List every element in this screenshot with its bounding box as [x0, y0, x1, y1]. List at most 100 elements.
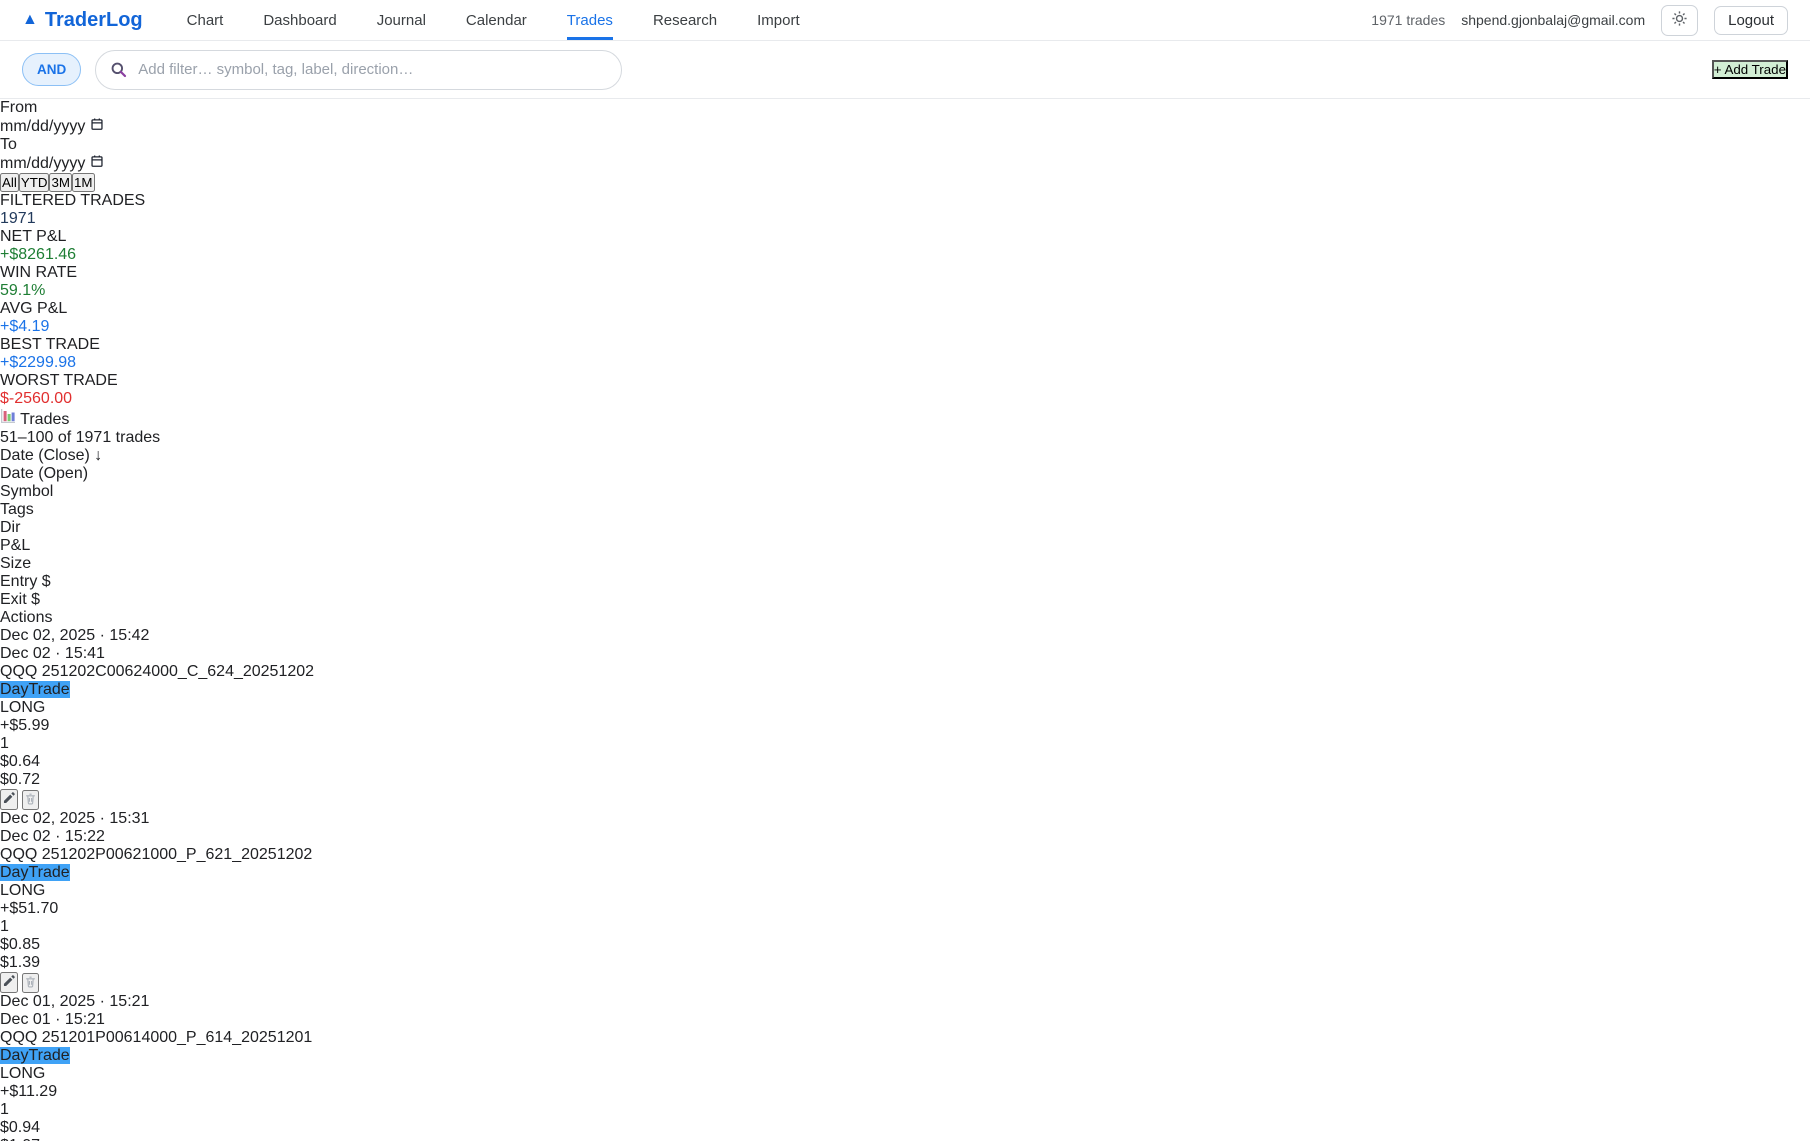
cell-tags: DayTrade: [0, 1047, 1810, 1065]
stat-card: BEST TRADE+$2299.98: [0, 336, 1810, 372]
nav-item-trades[interactable]: Trades: [567, 0, 613, 40]
cell-dir: LONG: [0, 882, 1810, 900]
app-logo[interactable]: ▲ TraderLog: [22, 0, 143, 40]
from-label: From: [0, 99, 37, 116]
cell-pnl: +$11.29: [0, 1083, 1810, 1101]
cell-date-close: Dec 02, 2025 · 15:31: [0, 810, 1810, 828]
direction-badge: LONG: [0, 882, 45, 899]
filter-search-wrap: [95, 50, 622, 90]
nav-item-dashboard[interactable]: Dashboard: [263, 0, 336, 40]
range-button-3m[interactable]: 3M: [49, 173, 72, 192]
stat-value: $-2560.00: [0, 390, 1810, 408]
cell-date-open: Dec 02 · 15:41: [0, 645, 1810, 663]
stat-value: +$2299.98: [0, 354, 1810, 372]
filter-search-input[interactable]: [95, 50, 622, 90]
cell-entry: $0.94: [0, 1119, 1810, 1137]
cell-dir: LONG: [0, 699, 1810, 717]
table-row[interactable]: Dec 01, 2025 · 15:21 Dec 01 · 15:21 QQQ …: [0, 993, 1810, 1141]
column-header[interactable]: P&L: [0, 537, 1810, 555]
cell-entry: $0.85: [0, 936, 1810, 954]
pencil-icon: [2, 793, 16, 808]
stat-card: NET P&L+$8261.46: [0, 228, 1810, 264]
stat-value: +$8261.46: [0, 246, 1810, 264]
search-icon: [109, 60, 128, 84]
cell-size: 1: [0, 918, 1810, 936]
cell-pnl: +$51.70: [0, 900, 1810, 918]
trades-panel-header: Trades 51–100 of 1971 trades: [0, 408, 1810, 447]
edit-trade-button[interactable]: [0, 972, 18, 993]
stat-value: 1971: [0, 210, 1810, 228]
stat-card: WORST TRADE$-2560.00: [0, 372, 1810, 408]
nav-item-chart[interactable]: Chart: [187, 0, 224, 40]
filter-logic-and-button[interactable]: AND: [22, 53, 81, 86]
cell-entry: $0.64: [0, 753, 1810, 771]
tag-badge[interactable]: DayTrade: [0, 864, 70, 881]
stat-value: +$4.19: [0, 318, 1810, 336]
column-header[interactable]: Tags: [0, 501, 1810, 519]
range-button-ytd[interactable]: YTD: [19, 173, 50, 192]
column-header[interactable]: Entry $: [0, 573, 1810, 591]
stat-card: WIN RATE59.1%: [0, 264, 1810, 300]
from-date-input[interactable]: mm/dd/yyyy: [0, 117, 1810, 136]
column-header[interactable]: Dir: [0, 519, 1810, 537]
to-date-input[interactable]: mm/dd/yyyy: [0, 154, 1810, 173]
stat-label: NET P&L: [0, 228, 1810, 246]
sun-icon: [1671, 10, 1688, 31]
column-header[interactable]: Date (Open): [0, 465, 1810, 483]
edit-trade-button[interactable]: [0, 789, 18, 810]
tag-badge[interactable]: DayTrade: [0, 681, 70, 698]
table-row[interactable]: Dec 02, 2025 · 15:31 Dec 02 · 15:22 QQQ …: [0, 810, 1810, 993]
delete-trade-button[interactable]: [22, 973, 39, 993]
cell-symbol: QQQ 251201P00614000_P_614_20251201: [0, 1029, 1810, 1047]
range-preset-group: AllYTD3M1M: [0, 173, 1810, 192]
stat-label: FILTERED TRADES: [0, 192, 1810, 210]
cell-exit: $1.39: [0, 954, 1810, 972]
stats-row: FILTERED TRADES1971NET P&L+$8261.46WIN R…: [0, 192, 1810, 408]
cell-actions: [0, 789, 1810, 810]
app-name: TraderLog: [45, 9, 143, 32]
cell-date-open: Dec 01 · 15:21: [0, 1011, 1810, 1029]
nav-item-journal[interactable]: Journal: [377, 0, 426, 40]
to-date-value: mm/dd/yyyy: [0, 155, 85, 172]
bar-chart-icon: [0, 411, 20, 428]
nav-item-calendar[interactable]: Calendar: [466, 0, 527, 40]
range-button-1m[interactable]: 1M: [72, 173, 95, 192]
table-row[interactable]: Dec 02, 2025 · 15:42 Dec 02 · 15:41 QQQ …: [0, 627, 1810, 810]
top-navbar: ▲ TraderLog Chart Dashboard Journal Calenda…: [0, 0, 1810, 41]
logout-button[interactable]: Logout: [1714, 6, 1788, 35]
cell-actions: [0, 972, 1810, 993]
cell-pnl: +$5.99: [0, 717, 1810, 735]
delete-trade-button[interactable]: [22, 790, 39, 810]
trash-icon: [24, 793, 37, 808]
direction-badge: LONG: [0, 699, 45, 716]
theme-toggle-button[interactable]: [1661, 5, 1698, 36]
column-header[interactable]: Actions: [0, 609, 1810, 627]
logo-triangle-icon: ▲: [22, 11, 38, 29]
stat-card: FILTERED TRADES1971: [0, 192, 1810, 228]
add-trade-button[interactable]: + Add Trade: [1712, 60, 1788, 79]
range-button-all[interactable]: All: [0, 173, 19, 192]
cell-dir: LONG: [0, 1065, 1810, 1083]
cell-exit: $0.72: [0, 771, 1810, 789]
table-body: Dec 02, 2025 · 15:42 Dec 02 · 15:41 QQQ …: [0, 627, 1810, 1141]
column-header[interactable]: Date (Close) ↓: [0, 447, 1810, 465]
cell-date-close: Dec 01, 2025 · 15:21: [0, 993, 1810, 1011]
cell-date-close: Dec 02, 2025 · 15:42: [0, 627, 1810, 645]
nav-item-research[interactable]: Research: [653, 0, 717, 40]
stat-label: AVG P&L: [0, 300, 1810, 318]
stat-label: WORST TRADE: [0, 372, 1810, 390]
cell-tags: DayTrade: [0, 681, 1810, 699]
trades-count: 1971 trades: [1371, 12, 1445, 28]
column-header[interactable]: Size: [0, 555, 1810, 573]
nav-item-import[interactable]: Import: [757, 0, 800, 40]
tag-badge[interactable]: DayTrade: [0, 1047, 70, 1064]
to-label: To: [0, 136, 17, 153]
table-header-row: Date (Close) ↓Date (Open)SymbolTagsDirP&…: [0, 447, 1810, 627]
stat-value: 59.1%: [0, 282, 1810, 300]
pencil-icon: [2, 976, 16, 991]
column-header[interactable]: Symbol: [0, 483, 1810, 501]
column-header[interactable]: Exit $: [0, 591, 1810, 609]
pagination-status: 51–100 of 1971 trades: [0, 429, 160, 446]
stat-card: AVG P&L+$4.19: [0, 300, 1810, 336]
cell-date-open: Dec 02 · 15:22: [0, 828, 1810, 846]
